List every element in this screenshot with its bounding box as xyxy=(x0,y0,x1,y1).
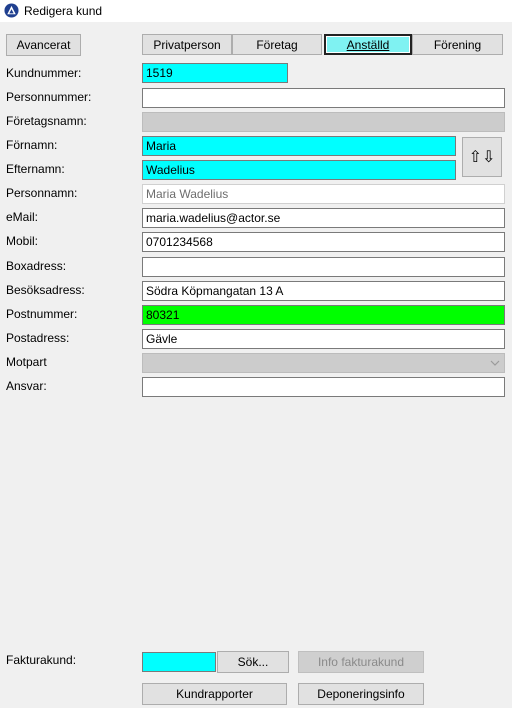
tab-label: Anställd xyxy=(346,37,390,52)
customer-number-field[interactable]: 1519 xyxy=(142,63,288,83)
box-address-label: Boxadress: xyxy=(6,259,67,273)
personal-number-field[interactable] xyxy=(142,88,505,108)
search-button[interactable]: Sök... xyxy=(217,651,289,673)
postal-code-field[interactable]: 80321 xyxy=(142,305,505,325)
first-name-field[interactable]: Maria xyxy=(142,136,456,156)
deposit-info-button[interactable]: Deponeringsinfo xyxy=(298,683,424,705)
counterparty-label: Motpart xyxy=(6,355,47,369)
advanced-button[interactable]: Avancerat xyxy=(6,34,81,56)
invoice-info-button-label: Info fakturakund xyxy=(317,655,405,669)
mobile-field[interactable]: 0701234568 xyxy=(142,232,505,252)
tab-forening[interactable]: Förening xyxy=(412,34,503,55)
invoice-customer-field[interactable] xyxy=(142,652,216,672)
visit-address-field[interactable]: Södra Köpmangatan 13 A xyxy=(142,281,505,301)
tab-privatperson[interactable]: Privatperson xyxy=(142,34,232,55)
app-logo-icon xyxy=(4,3,19,18)
deposit-info-button-label: Deponeringsinfo xyxy=(317,687,405,701)
counterparty-select[interactable] xyxy=(142,353,505,373)
chevron-down-icon xyxy=(490,360,500,366)
email-field[interactable]: maria.wadelius@actor.se xyxy=(142,208,505,228)
customer-reports-button[interactable]: Kundrapporter xyxy=(142,683,287,705)
tab-label: Privatperson xyxy=(153,37,221,52)
email-label: eMail: xyxy=(6,210,39,224)
tab-anstalld[interactable]: Anställd xyxy=(324,34,412,55)
personal-number-label: Personnummer: xyxy=(6,90,92,104)
tab-label: Företag xyxy=(256,37,298,52)
box-address-field[interactable] xyxy=(142,257,505,277)
last-name-field[interactable]: Wadelius xyxy=(142,160,456,180)
customer-number-label: Kundnummer: xyxy=(6,66,82,80)
search-button-label: Sök... xyxy=(237,655,269,669)
postal-address-field[interactable]: Gävle xyxy=(142,329,505,349)
window-title: Redigera kund xyxy=(24,4,103,18)
postal-code-label: Postnummer: xyxy=(6,307,78,321)
last-name-label: Efternamn: xyxy=(6,162,65,176)
postal-address-label: Postadress: xyxy=(6,331,70,345)
person-name-label: Personnamn: xyxy=(6,186,78,200)
responsibility-label: Ansvar: xyxy=(6,379,47,393)
swap-arrows-icon: ⇧⇩ xyxy=(468,149,496,166)
invoice-info-button[interactable]: Info fakturakund xyxy=(298,651,424,673)
swap-names-button[interactable]: ⇧⇩ xyxy=(462,137,502,177)
invoice-customer-label: Fakturakund: xyxy=(6,653,77,667)
title-bar: Redigera kund xyxy=(0,0,512,22)
responsibility-field[interactable] xyxy=(142,377,505,397)
company-name-field[interactable] xyxy=(142,112,505,132)
person-name-field: Maria Wadelius xyxy=(142,184,505,204)
tab-foretag[interactable]: Företag xyxy=(232,34,322,55)
first-name-label: Förnamn: xyxy=(6,138,58,152)
mobile-label: Mobil: xyxy=(6,234,39,248)
visit-address-label: Besöksadress: xyxy=(6,283,85,297)
customer-reports-button-label: Kundrapporter xyxy=(176,687,253,701)
company-name-label: Företagsnamn: xyxy=(6,114,87,128)
advanced-button-label: Avancerat xyxy=(16,38,71,52)
tab-label: Förening xyxy=(433,37,482,52)
